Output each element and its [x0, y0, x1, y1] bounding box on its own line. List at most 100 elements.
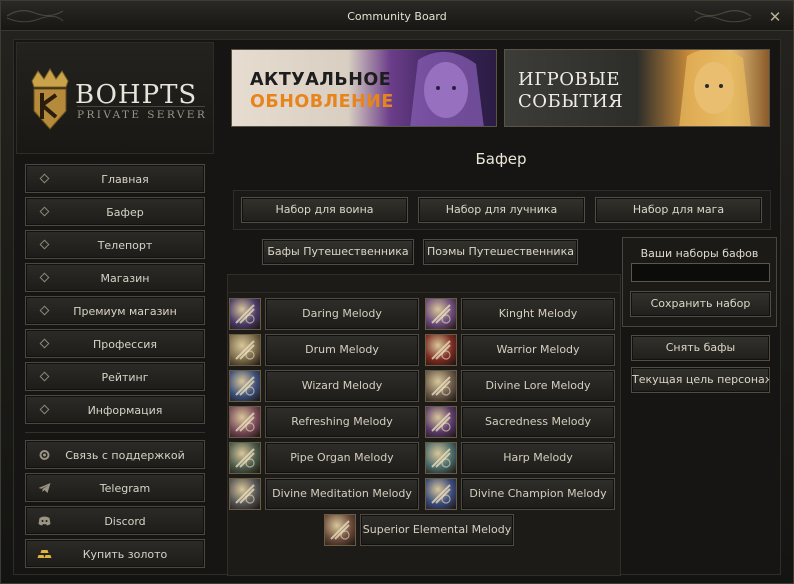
refreshing-melody-icon[interactable] — [229, 406, 261, 438]
buff-name-button[interactable]: Divine Lore Melody — [461, 370, 615, 402]
buff-item[interactable]: Refreshing Melody — [229, 406, 419, 438]
discord-icon — [38, 516, 51, 526]
telegram-button[interactable]: Telegram — [25, 473, 205, 502]
diamond-icon — [39, 206, 50, 217]
buff-name-button[interactable]: Daring Melody — [265, 298, 419, 330]
buff-item[interactable]: Warrior Melody — [425, 334, 615, 366]
diamond-icon — [39, 173, 50, 184]
buff-name-button[interactable]: Drum Melody — [265, 334, 419, 366]
events-banner-line2: СОБЫТИЯ — [518, 91, 624, 112]
buff-item[interactable]: Divine Champion Melody — [425, 478, 615, 510]
update-banner-line2: ОБНОВЛЕНИЕ — [250, 92, 394, 112]
nav-label: Телепорт — [97, 239, 153, 252]
buff-item[interactable]: Wizard Melody — [229, 370, 419, 402]
diamond-icon — [39, 404, 50, 415]
buff-panel-header — [228, 275, 620, 293]
crown-shield-logo-icon — [31, 68, 69, 130]
buff-name-button[interactable]: Kinght Melody — [461, 298, 615, 330]
community-board-window: Community Board ✕ BOHPTS PRIVATE SERVER — [0, 0, 794, 584]
server-logo: BOHPTS PRIVATE SERVER — [16, 42, 214, 154]
nav-label: Бафер — [106, 206, 144, 219]
mage-set-button[interactable]: Набор для мага — [595, 197, 762, 223]
buff-item[interactable]: Superior Elemental Melody — [324, 514, 514, 546]
archer-set-button[interactable]: Набор для лучника — [418, 197, 585, 223]
sacredness-melody-icon[interactable] — [425, 406, 457, 438]
pipe-organ-melody-icon[interactable] — [229, 442, 261, 474]
buff-name-button[interactable]: Divine Champion Melody — [461, 478, 615, 510]
knight-melody-icon[interactable] — [425, 298, 457, 330]
update-banner-text: АКТУАЛЬНОЕ ОБНОВЛЕНИЕ — [250, 69, 394, 113]
buff-list-panel: Daring Melody Kinght Melody Drum Melody War… — [227, 274, 621, 576]
remove-buffs-button[interactable]: Снять бафы — [631, 335, 770, 361]
set-name-input[interactable] — [631, 263, 770, 282]
buff-name-button[interactable]: Harp Melody — [461, 442, 615, 474]
nav-profession-button[interactable]: Профессия — [25, 329, 205, 358]
window-title: Community Board — [347, 10, 447, 23]
buff-item[interactable]: Kinght Melody — [425, 298, 615, 330]
events-banner-text: ИГРОВЫЕ СОБЫТИЯ — [518, 69, 623, 113]
save-set-button[interactable]: Сохранить набор — [630, 291, 771, 317]
telegram-icon — [38, 483, 51, 493]
sidebar-divider — [25, 432, 205, 433]
harp-melody-icon[interactable] — [425, 442, 457, 474]
buff-item[interactable]: Divine Lore Melody — [425, 370, 615, 402]
discord-button[interactable]: Discord — [25, 506, 205, 535]
page-title: Бафер — [475, 150, 527, 168]
nav-label: Главная — [101, 173, 149, 186]
logo-divider — [77, 106, 205, 107]
nav-label: Рейтинг — [101, 371, 149, 384]
daring-melody-icon[interactable] — [229, 298, 261, 330]
buff-name-button[interactable]: Divine Meditation Melody — [265, 478, 419, 510]
nav-label: Связь с поддержкой — [65, 449, 185, 462]
nav-buffer-button[interactable]: Бафер — [25, 197, 205, 226]
current-target-button[interactable]: Текущая цель персонаж — [631, 367, 770, 393]
divine-champion-melody-icon[interactable] — [425, 478, 457, 510]
update-banner-line1: АКТУАЛЬНОЕ — [250, 70, 392, 90]
elf-portrait-art — [679, 50, 751, 126]
diamond-icon — [39, 338, 50, 349]
buy-gold-button[interactable]: Купить золото — [25, 539, 205, 568]
buff-item[interactable]: Daring Melody — [229, 298, 419, 330]
buff-name-button[interactable]: Warrior Melody — [461, 334, 615, 366]
tab-traveler-buffs[interactable]: Бафы Путешественника — [262, 239, 414, 265]
wizard-melody-icon[interactable] — [229, 370, 261, 402]
gold-bars-icon — [37, 550, 52, 558]
events-banner[interactable]: ИГРОВЫЕ СОБЫТИЯ — [504, 49, 770, 127]
nav-premium-shop-button[interactable]: Премиум магазин — [25, 296, 205, 325]
diamond-icon — [39, 239, 50, 250]
superior-elemental-melody-icon[interactable] — [324, 514, 356, 546]
saved-sets-box: Ваши наборы бафов Сохранить набор — [622, 237, 777, 327]
buff-item[interactable]: Sacredness Melody — [425, 406, 615, 438]
title-bar[interactable]: Community Board ✕ — [1, 1, 793, 31]
buff-name-button[interactable]: Wizard Melody — [265, 370, 419, 402]
diamond-icon — [39, 305, 50, 316]
nav-label: Информация — [87, 404, 163, 417]
nav-shop-button[interactable]: Магазин — [25, 263, 205, 292]
nav-rating-button[interactable]: Рейтинг — [25, 362, 205, 391]
tab-traveler-poems[interactable]: Поэмы Путешественника — [423, 239, 578, 265]
divine-meditation-melody-icon[interactable] — [229, 478, 261, 510]
drum-melody-icon[interactable] — [229, 334, 261, 366]
buff-name-button[interactable]: Sacredness Melody — [461, 406, 615, 438]
server-subtitle: PRIVATE SERVER — [77, 109, 208, 121]
buff-item[interactable]: Divine Meditation Melody — [229, 478, 419, 510]
divine-lore-melody-icon[interactable] — [425, 370, 457, 402]
buff-item[interactable]: Drum Melody — [229, 334, 419, 366]
title-ornament-right — [694, 10, 752, 23]
nav-information-button[interactable]: Информация — [25, 395, 205, 424]
nav-label: Купить золото — [82, 548, 168, 561]
buff-item[interactable]: Pipe Organ Melody — [229, 442, 419, 474]
nav-teleport-button[interactable]: Телепорт — [25, 230, 205, 259]
buff-item[interactable]: Harp Melody — [425, 442, 615, 474]
buff-name-button[interactable]: Pipe Organ Melody — [265, 442, 419, 474]
warrior-set-button[interactable]: Набор для воина — [241, 197, 408, 223]
update-banner[interactable]: АКТУАЛЬНОЕ ОБНОВЛЕНИЕ — [231, 49, 497, 127]
close-icon[interactable]: ✕ — [767, 9, 783, 25]
sidebar: BOHPTS PRIVATE SERVER Главная Бафер Теле… — [15, 42, 215, 572]
support-button[interactable]: Связь с поддержкой — [25, 440, 205, 469]
saved-sets-label: Ваши наборы бафов — [640, 247, 759, 260]
warrior-melody-icon[interactable] — [425, 334, 457, 366]
buff-name-button[interactable]: Refreshing Melody — [265, 406, 419, 438]
buff-name-button[interactable]: Superior Elemental Melody — [360, 514, 514, 546]
nav-home-button[interactable]: Главная — [25, 164, 205, 193]
